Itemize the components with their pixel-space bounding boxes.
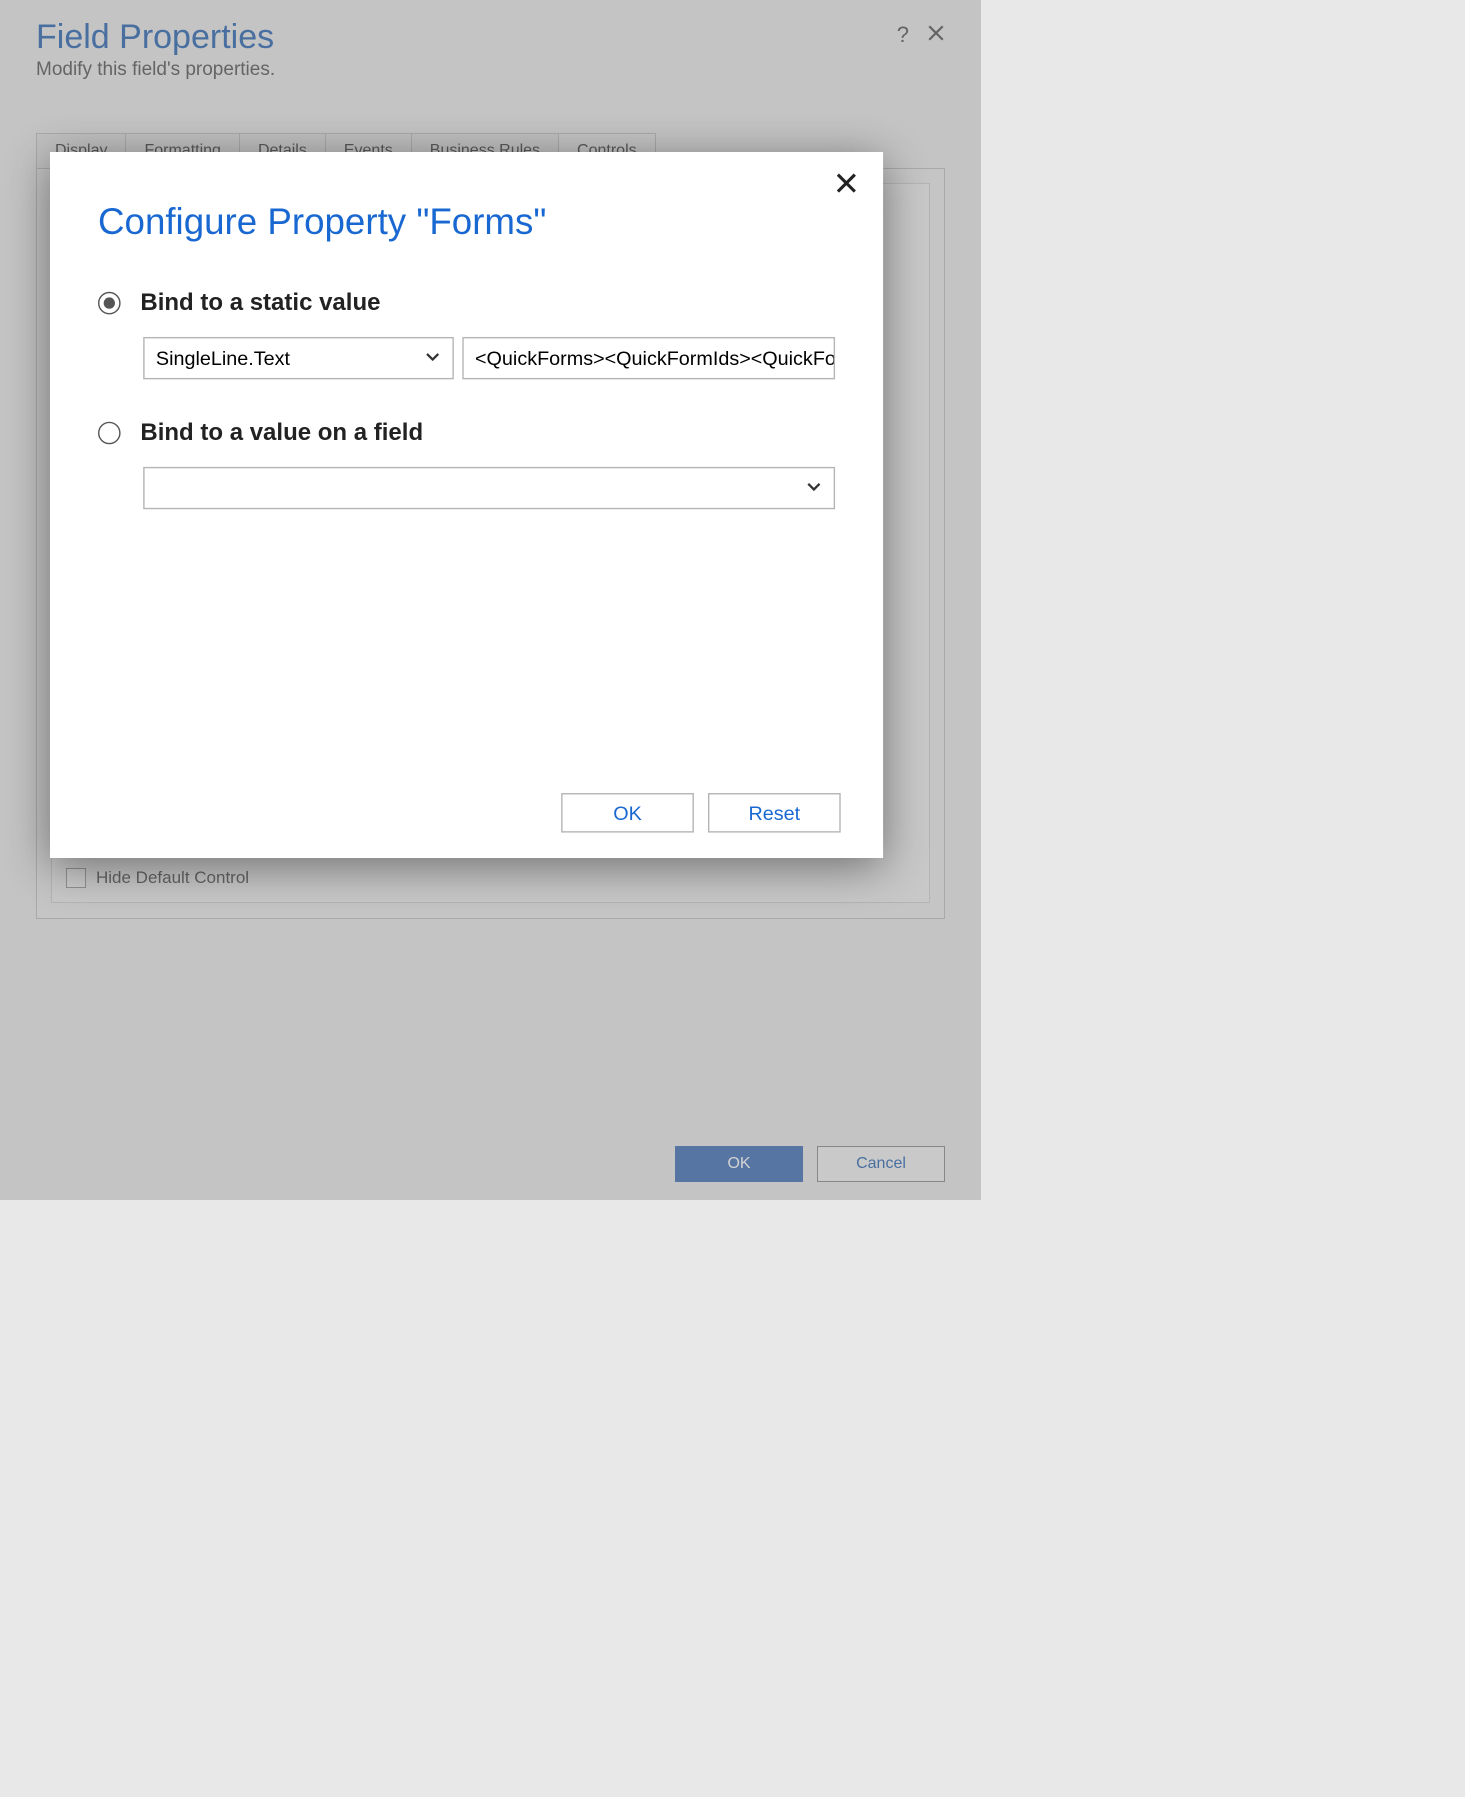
static-type-select-value: SingleLine.Text xyxy=(156,347,290,370)
modal-ok-button[interactable]: OK xyxy=(561,793,694,833)
modal-title: Configure Property "Forms" xyxy=(98,200,835,244)
modal-close-icon[interactable] xyxy=(835,172,858,202)
chevron-down-icon xyxy=(424,347,441,370)
page-title: Field Properties xyxy=(36,18,945,57)
radio-bind-field[interactable] xyxy=(98,422,121,445)
radio-bind-static-label: Bind to a static value xyxy=(140,289,380,317)
modal-reset-button[interactable]: Reset xyxy=(708,793,841,833)
hide-default-control-label: Hide Default Control xyxy=(96,868,249,888)
close-icon[interactable] xyxy=(927,22,945,48)
help-icon[interactable]: ? xyxy=(897,22,909,48)
field-select[interactable] xyxy=(143,467,835,509)
page-ok-button[interactable]: OK xyxy=(675,1146,803,1182)
hide-default-control-row[interactable]: Hide Default Control xyxy=(66,868,249,888)
radio-bind-field-label: Bind to a value on a field xyxy=(140,419,423,447)
configure-property-modal: Configure Property "Forms" Bind to a sta… xyxy=(50,152,883,858)
static-value-input-text: <QuickForms><QuickFormIds><QuickFo xyxy=(475,347,835,370)
page-cancel-button[interactable]: Cancel xyxy=(817,1146,945,1182)
chevron-down-icon xyxy=(805,477,822,500)
page-subtitle: Modify this field's properties. xyxy=(36,59,945,81)
static-type-select[interactable]: SingleLine.Text xyxy=(143,337,454,379)
radio-bind-static[interactable] xyxy=(98,292,121,315)
hide-default-control-checkbox[interactable] xyxy=(66,868,86,888)
static-value-input[interactable]: <QuickForms><QuickFormIds><QuickFo xyxy=(462,337,835,379)
